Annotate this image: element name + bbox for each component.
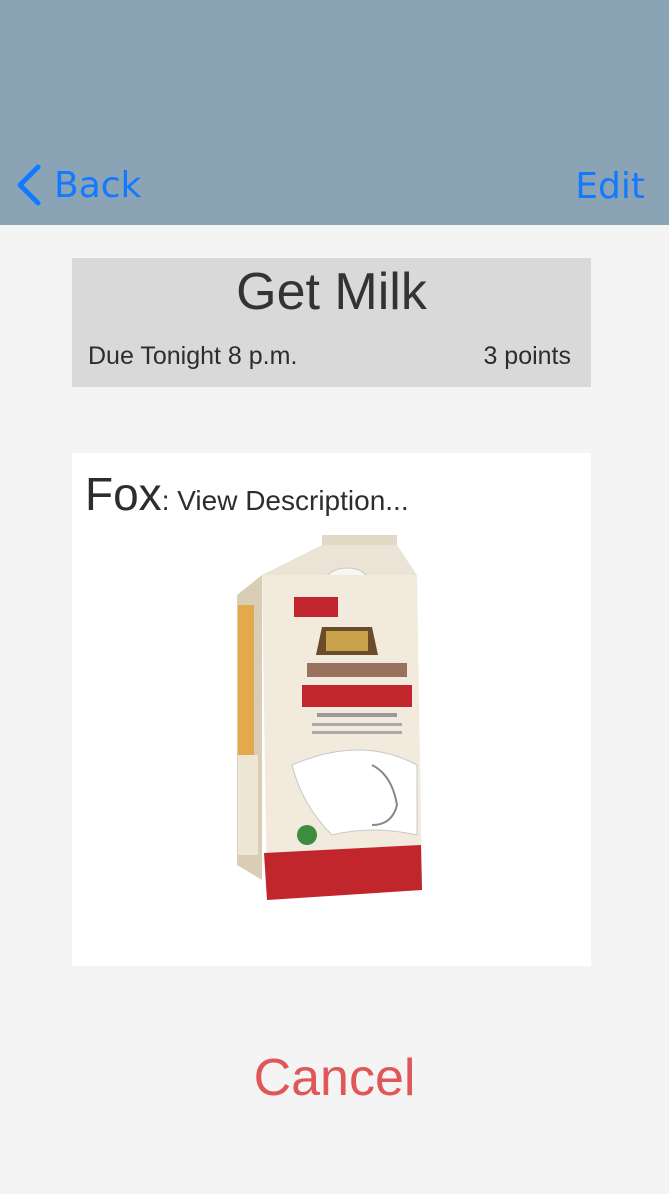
chevron-left-icon — [17, 164, 41, 206]
back-button[interactable]: Back — [14, 162, 141, 208]
points-value: 3 points — [483, 342, 571, 370]
edit-button[interactable]: Edit — [575, 166, 645, 207]
cancel-button[interactable]: Cancel — [0, 1048, 669, 1108]
task-title: Get Milk — [236, 263, 427, 321]
view-description-link[interactable]: View Description... — [177, 485, 408, 516]
separator: : — [161, 485, 178, 516]
assignee-name: Fox — [85, 468, 162, 520]
milk-carton-image — [237, 535, 422, 900]
task-detail-card: Fox: View Description... — [72, 453, 591, 966]
task-header-card: Get Milk Due Tonight 8 p.m. 3 points — [72, 258, 591, 387]
due-time: Due Tonight 8 p.m. — [88, 342, 298, 370]
assignee-line: Fox: View Description... — [85, 467, 409, 521]
navigation-bar: Back Edit — [0, 0, 669, 225]
back-label: Back — [54, 164, 142, 206]
